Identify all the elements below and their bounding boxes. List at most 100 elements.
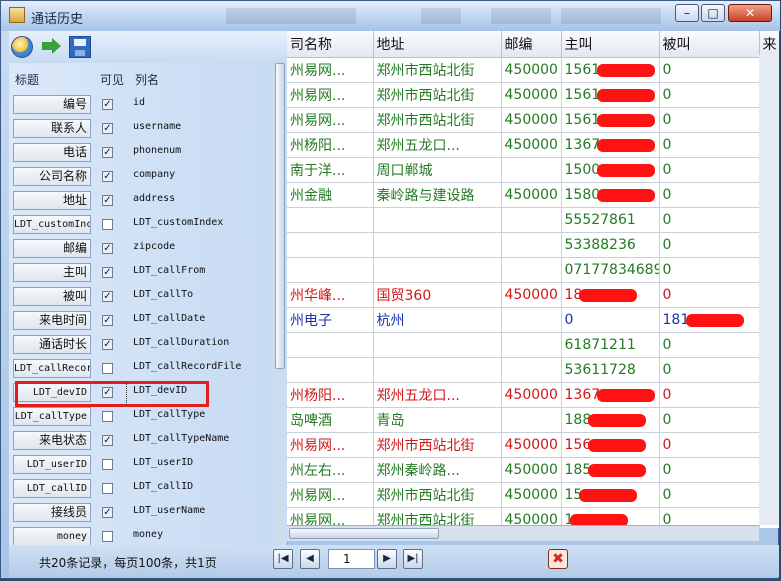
column-title-field[interactable]: LDT_customInc <box>13 215 91 234</box>
grid-horizontal-scrollbar[interactable] <box>287 525 759 541</box>
cell-text: 450000 <box>504 137 558 153</box>
cell-text: 450000 <box>504 487 558 503</box>
table-row[interactable]: 州杨阳...郑州五龙口...4500001367020 <box>287 382 779 408</box>
column-title-field[interactable]: 公司名称 <box>13 167 91 186</box>
table-row[interactable]: 南于洋...周口郸城1500020 <box>287 157 779 183</box>
table-row[interactable]: 州左右...郑州秦岭路...450000185020 <box>287 457 779 483</box>
table-cell <box>373 332 502 358</box>
table-cell: 青岛 <box>373 407 502 433</box>
column-title-field[interactable]: 主叫 <box>13 263 91 282</box>
column-header[interactable]: 主叫 <box>561 31 660 58</box>
visible-checkbox[interactable] <box>102 459 113 470</box>
column-header[interactable]: 来 <box>759 31 779 58</box>
table-row[interactable]: 53388236020 <box>287 232 779 258</box>
column-title-field[interactable]: 被叫 <box>13 287 91 306</box>
maximize-button[interactable]: □ <box>701 4 725 22</box>
column-header[interactable]: 邮编 <box>501 31 562 58</box>
table-row[interactable]: 53611728020 <box>287 357 779 383</box>
visible-checkbox[interactable]: ✓ <box>102 339 113 350</box>
visible-checkbox[interactable] <box>102 531 113 542</box>
minimize-button[interactable]: – <box>675 4 699 22</box>
column-title-field[interactable]: LDT_userID <box>13 455 91 474</box>
column-title-field[interactable]: 编号 <box>13 95 91 114</box>
table-row[interactable]: 55527861020 <box>287 207 779 233</box>
visible-checkbox[interactable]: ✓ <box>102 435 113 446</box>
grid-horizontal-scrollbar-thumb[interactable] <box>289 528 439 539</box>
table-row[interactable]: 州易网...郑州市西站北街4500001561020 <box>287 57 779 83</box>
table-row[interactable]: 岛啤酒青岛188020 <box>287 407 779 433</box>
cell-text: 0 <box>662 387 672 403</box>
column-setting-row: 编号 ✓ id <box>9 93 277 117</box>
next-page-button[interactable]: ▶ <box>377 549 397 569</box>
last-page-button[interactable]: ▶| <box>403 549 423 569</box>
visible-checkbox[interactable] <box>102 219 113 230</box>
table-cell <box>373 257 502 283</box>
column-title-field[interactable]: LDT_callID <box>13 479 91 498</box>
visible-checkbox[interactable]: ✓ <box>102 291 113 302</box>
table-cell: 0 <box>659 182 760 208</box>
column-title-field[interactable]: 通话时长 <box>13 335 91 354</box>
visible-checkbox[interactable]: ✓ <box>102 123 113 134</box>
save-icon[interactable] <box>69 36 91 58</box>
column-title-field[interactable]: 地址 <box>13 191 91 210</box>
visible-checkbox[interactable]: ✓ <box>102 315 113 326</box>
visible-checkbox[interactable]: ✓ <box>102 171 113 182</box>
grid-vertical-scrollbar[interactable] <box>759 55 779 525</box>
cell-text: 1500 <box>564 162 601 178</box>
table-row[interactable]: 07177834689020 <box>287 257 779 283</box>
column-title-field[interactable]: 联系人 <box>13 119 91 138</box>
table-row[interactable]: 州杨阳...郑州五龙口...4500001367020 <box>287 132 779 158</box>
table-row[interactable]: 州易网...郑州市西站北街4500001561020 <box>287 107 779 133</box>
column-title-field[interactable]: LDT_callRecor <box>13 359 91 378</box>
panel-scrollbar-thumb[interactable] <box>275 63 285 369</box>
visible-checkbox[interactable] <box>102 483 113 494</box>
table-cell: 1561 <box>561 57 660 83</box>
column-title-field[interactable]: 来电时间 <box>13 311 91 330</box>
column-title-field[interactable]: 来电状态 <box>13 431 91 450</box>
table-cell: 0 <box>659 157 760 183</box>
background-window-ghost <box>226 8 356 24</box>
table-row[interactable]: 州易网...郑州市西站北街450000156020 <box>287 432 779 458</box>
cell-text: 1561 <box>564 62 601 78</box>
table-cell: 州易网... <box>287 82 374 108</box>
export-arrow-icon[interactable] <box>41 36 63 58</box>
visible-checkbox[interactable] <box>102 363 113 374</box>
previous-page-button[interactable]: ◀ <box>300 549 320 569</box>
cell-text: 0 <box>662 112 672 128</box>
close-icon[interactable]: ✖ <box>548 549 568 569</box>
visible-checkbox[interactable]: ✓ <box>102 99 113 110</box>
visible-checkbox[interactable]: ✓ <box>102 507 113 518</box>
table-cell <box>373 232 502 258</box>
column-header[interactable]: 司名称 <box>287 31 374 58</box>
column-title-field[interactable]: money <box>13 527 91 546</box>
column-title-field[interactable]: LDT_callType <box>13 407 91 426</box>
column-header[interactable]: 被叫 <box>659 31 760 58</box>
page-number-input[interactable]: 1 <box>328 549 375 569</box>
column-setting-row: 接线员 ✓ LDT_userName <box>9 501 277 525</box>
column-title-field[interactable]: 电话 <box>13 143 91 162</box>
table-cell <box>501 157 562 183</box>
visible-checkbox[interactable]: ✓ <box>102 147 113 158</box>
visible-checkbox[interactable]: ✓ <box>102 267 113 278</box>
column-title-field[interactable]: 接线员 <box>13 503 91 522</box>
cell-text: 1367 <box>564 137 601 153</box>
column-setting-row: 被叫 ✓ LDT_callTo <box>9 285 277 309</box>
visible-checkbox[interactable] <box>102 411 113 422</box>
close-window-button[interactable]: ✕ <box>728 4 772 22</box>
table-row[interactable]: 州华峰...国贸36045000018020 <box>287 282 779 308</box>
column-setting-row: 地址 ✓ address <box>9 189 277 213</box>
table-row[interactable]: 州易网...郑州市西站北街45000015020 <box>287 482 779 508</box>
table-row[interactable]: 州易网...郑州市西站北街4500001561020 <box>287 82 779 108</box>
table-row[interactable]: 州金融秦岭路与建设路4500001580020 <box>287 182 779 208</box>
visible-checkbox[interactable]: ✓ <box>102 195 113 206</box>
column-header[interactable]: 地址 <box>373 31 502 58</box>
background-window-ghost <box>491 8 551 24</box>
visible-checkbox[interactable]: ✓ <box>102 243 113 254</box>
panel-scrollbar[interactable] <box>274 63 286 543</box>
column-title-field[interactable]: 邮编 <box>13 239 91 258</box>
first-page-button[interactable]: |◀ <box>273 549 293 569</box>
settings-icon[interactable] <box>11 36 33 58</box>
table-row[interactable]: 61871211020 <box>287 332 779 358</box>
table-row[interactable]: 州电子杭州018120 <box>287 307 779 333</box>
column-name-label: phonenum <box>133 145 182 156</box>
